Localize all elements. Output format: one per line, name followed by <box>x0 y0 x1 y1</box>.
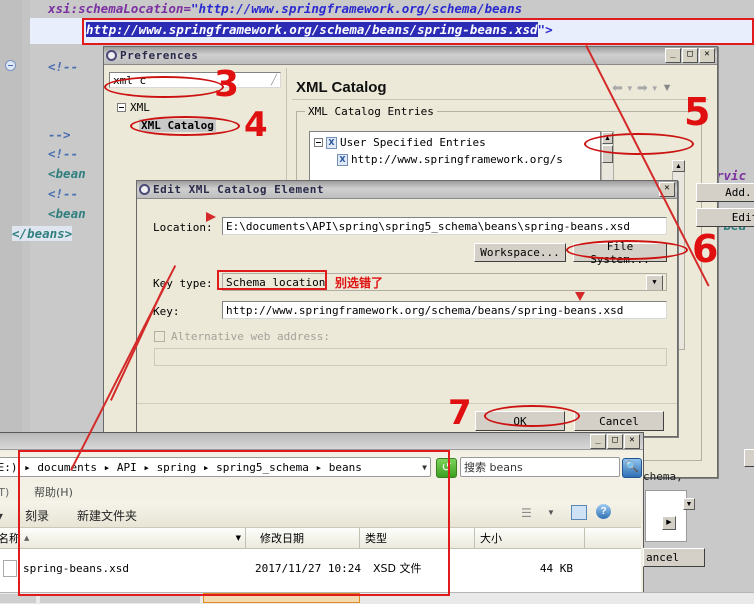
preview-pane-icon[interactable] <box>571 505 587 520</box>
column-header-size[interactable]: 大小 <box>475 528 585 548</box>
explorer-minimize-button[interactable]: _ <box>590 434 606 449</box>
alternative-web-address-checkbox[interactable] <box>154 331 165 342</box>
annotation-oval-file-system-button <box>566 240 688 260</box>
clear-filter-icon[interactable]: ╱ <box>271 75 277 86</box>
preferences-gear-icon <box>106 50 117 61</box>
code-fold-marker-icon[interactable] <box>5 60 16 71</box>
annotation-number-3: 3 <box>214 64 240 105</box>
explorer-maximize-button[interactable]: □ <box>607 434 623 449</box>
code-string-schema-beans: "http://www.springframework.org/schema/b… <box>191 1 523 16</box>
preferences-tree-item-xml[interactable]: XML <box>117 101 150 114</box>
annotation-rect-schema-url <box>82 18 754 45</box>
code-line-schemalocation: xsi:schemaLocation="http://www.springfra… <box>48 1 522 16</box>
explorer-menu-tools[interactable]: 具(T) <box>0 484 9 500</box>
alternative-web-address-row[interactable]: Alternative web address: <box>154 330 330 343</box>
file-icon <box>3 560 17 577</box>
explorer-close-button[interactable]: ✕ <box>624 434 640 449</box>
preferences-title-bar[interactable]: Preferences _ □ ✕ <box>104 47 717 65</box>
catalog-entry-spring-url-label: http://www.springframework.org/s <box>351 153 563 166</box>
key-type-chinese-note: 别选错了 <box>335 276 384 290</box>
edit-dialog-cancel-button[interactable]: Cancel <box>574 411 664 431</box>
explorer-title-bar[interactable]: _ □ ✕ <box>0 433 643 450</box>
preferences-tree-item-xml-label: XML <box>130 101 150 114</box>
code-comment-open-2: <!-- <box>48 146 79 161</box>
workspace-button[interactable]: Workspace... <box>474 243 566 262</box>
explorer-occluded-schema-text: chema, <box>643 470 683 483</box>
column-header-spacer <box>585 528 643 548</box>
key-value: http://www.springframework.org/schema/be… <box>226 303 624 317</box>
occluded-cancel-button[interactable]: ancel <box>643 548 705 567</box>
edit-dialog-title-bar[interactable]: Edit XML Catalog Element ✕ <box>137 181 677 199</box>
preferences-nav-controls[interactable]: ⬅ ▼ ➡ ▼ ▼ <box>612 80 673 96</box>
code-comment-close: --> <box>48 127 71 142</box>
explorer-window-controls: _ □ ✕ <box>590 434 640 449</box>
search-icon[interactable]: 🔍 <box>622 458 642 478</box>
code-tag-close-beans: </beans> <box>12 226 73 241</box>
edit-dialog-title-label: Edit XML Catalog Element <box>153 183 324 196</box>
preferences-maximize-button[interactable]: □ <box>682 48 698 63</box>
annotation-rect-key-type <box>217 270 327 290</box>
code-tag-bean-1: <bean <box>48 166 86 181</box>
preferences-page-title: XML Catalog <box>296 79 387 96</box>
key-type-dropdown-arrow-icon[interactable]: ▼ <box>646 274 663 290</box>
alternative-web-address-label: Alternative web address: <box>171 330 330 343</box>
preferences-title-divider <box>292 99 708 100</box>
preferences-minimize-button[interactable]: _ <box>665 48 681 63</box>
code-comment-open-1: <!-- <box>48 59 79 74</box>
tree-collapse-icon[interactable] <box>117 103 126 112</box>
view-mode-icon[interactable]: ☰ <box>521 506 532 520</box>
catalog-entry-spring-url[interactable]: X http://www.springframework.org/s <box>337 153 563 166</box>
location-label: Location: <box>153 221 213 234</box>
edit-dialog-gear-icon <box>139 184 150 195</box>
annotation-number-7: 7 <box>448 393 472 433</box>
preferences-scroll-up-button[interactable]: ▲ <box>672 160 685 172</box>
column-header-name-label: 名称 <box>0 532 20 545</box>
occluded-scroll-right-button[interactable]: ▶ <box>662 516 676 530</box>
forward-arrow-icon[interactable]: ➡ <box>637 80 648 96</box>
annotation-oval-ok-button <box>484 405 580 427</box>
annotation-arrowhead-key <box>575 292 585 301</box>
organize-button[interactable]: 组 ▾ <box>0 507 3 524</box>
code-fragment-service: rvic <box>716 168 747 183</box>
help-icon[interactable]: ? <box>596 504 611 519</box>
annotation-rect-explorer <box>18 450 450 596</box>
location-input[interactable]: E:\documents\API\spring\spring5_schema\b… <box>222 217 667 235</box>
page-menu-icon[interactable]: ▼ <box>662 82 673 94</box>
annotation-number-5: 5 <box>684 90 711 134</box>
location-value: E:\documents\API\spring\spring5_schema\b… <box>226 219 630 233</box>
edit-dialog-button-divider <box>137 403 677 404</box>
preferences-window-controls: _ □ ✕ <box>665 48 715 63</box>
entry-collapse-icon[interactable] <box>314 138 323 147</box>
catalog-entry-user-specified[interactable]: X User Specified Entries <box>314 136 486 149</box>
key-label: Key: <box>153 305 180 318</box>
search-input[interactable]: 搜索 beans <box>460 457 620 477</box>
annotation-number-4: 4 <box>244 105 268 145</box>
back-arrow-icon[interactable]: ⬅ <box>612 80 623 96</box>
preferences-title-label: Preferences <box>120 49 199 62</box>
forward-dropdown-icon[interactable]: ▼ <box>651 84 659 93</box>
view-mode-dropdown-icon[interactable]: ▼ <box>547 508 555 517</box>
preferences-cancel-button[interactable]: ancel <box>744 449 754 467</box>
xml-file-icon: X <box>326 136 337 149</box>
xml-catalog-entries-caption: XML Catalog Entries <box>305 105 437 118</box>
annotation-oval-filter <box>104 76 224 98</box>
add-button[interactable]: Add... <box>696 183 754 202</box>
occluded-scroll-down-button[interactable]: ▼ <box>683 498 695 510</box>
preferences-close-button[interactable]: ✕ <box>699 48 715 63</box>
code-tag-bean-2: <bean <box>48 206 86 221</box>
edit-xml-catalog-element-dialog: Edit XML Catalog Element ✕ Location: E:\… <box>136 180 678 437</box>
xml-entry-icon: X <box>337 153 348 166</box>
edit-button[interactable]: Edit <box>696 208 754 227</box>
back-dropdown-icon[interactable]: ▼ <box>626 84 634 93</box>
annotation-oval-xml-catalog <box>130 116 240 136</box>
file-size: 44 KB <box>539 561 573 575</box>
catalog-entry-user-specified-label: User Specified Entries <box>340 136 486 149</box>
alternative-web-address-input <box>154 348 667 366</box>
key-input[interactable]: http://www.springframework.org/schema/be… <box>222 301 667 319</box>
code-comment-open-3: <!-- <box>48 186 79 201</box>
search-placeholder: 搜索 beans <box>464 461 523 474</box>
annotation-arrowhead-location <box>206 212 216 222</box>
code-attr-xsi-schemalocation: xsi:schemaLocation= <box>48 1 191 16</box>
